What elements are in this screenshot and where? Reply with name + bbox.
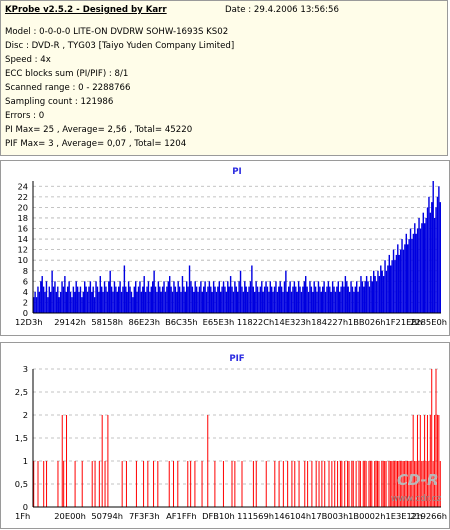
info-scanned-range: Scanned range : 0 - 2288766 xyxy=(5,83,131,93)
info-pi-summary: PI Max= 25 , Average= 2,56 , Total= 4522… xyxy=(5,125,193,135)
watermark-url: www.cdr.cz xyxy=(391,494,441,504)
pif-chart: PIF00,511,522,531Fh 20E00h 50794h 7F3F3h AF1… xyxy=(15,354,447,521)
y-tick-label: 1 xyxy=(23,456,28,466)
cdr-logo-watermark: CD-R xyxy=(397,471,439,489)
y-tick-label: 2,5 xyxy=(15,387,28,397)
pi-chart: PI02468101214161820222412D3h 29142h 58158h… xyxy=(15,167,447,327)
x-tick-label: 12D3h xyxy=(15,317,42,327)
x-tick-label: 11822Ch xyxy=(237,317,274,327)
x-tick-label: 111569h xyxy=(237,511,274,521)
x-tick-label: 1B0002h xyxy=(348,511,385,521)
y-tick-label: 16 xyxy=(17,224,28,234)
y-tick-label: 22 xyxy=(17,192,28,202)
y-tick-label: 6 xyxy=(23,276,28,286)
x-tick-label: 50794h xyxy=(91,511,123,521)
x-tick-label: 86E23h xyxy=(128,317,160,327)
y-tick-label: 3 xyxy=(23,364,28,374)
x-tick-label: 58158h xyxy=(91,317,123,327)
series-pi xyxy=(32,181,441,313)
y-tick-label: 24 xyxy=(17,181,28,191)
x-tick-label: AF1FFh xyxy=(166,511,197,521)
pif-chart-panel: PIF 0 0,5 1 1,5 2 2,5 3 1Fh 20E00h 50794h 7F3F3h AF1… xyxy=(0,342,450,529)
y-tick-label: 0,5 xyxy=(15,479,28,489)
x-tick-label: 1BB026h xyxy=(348,317,386,327)
disc-info-panel: KProbe v2.5.2 - Designed by Karr Date : … xyxy=(0,0,448,156)
x-tick-label: 146104h xyxy=(274,511,311,521)
chart-title: PI xyxy=(232,167,242,177)
y-tick-label: 14 xyxy=(17,234,28,244)
x-tick-label: 20E00h xyxy=(54,511,86,521)
x-tick-label: 17B003h xyxy=(311,511,348,521)
x-tick-label: B6C35h xyxy=(165,317,198,327)
chart-title: PIF xyxy=(229,354,244,364)
x-tick-label: 1Fh xyxy=(15,511,30,521)
x-tick-label: 29142h xyxy=(54,317,86,327)
info-ecc-blocks: ECC blocks sum (PI/PIF) : 8/1 xyxy=(5,69,129,79)
y-tick-label: 1,5 xyxy=(15,433,28,443)
x-tick-label: 219266h xyxy=(410,511,447,521)
x-tick-label: 184227h xyxy=(311,317,348,327)
info-sampling-count: Sampling count : 121986 xyxy=(5,97,114,107)
y-tick-label: 8 xyxy=(23,266,28,276)
info-disc: Disc : DVD-R , TYG03 [Taiyo Yuden Compan… xyxy=(5,41,235,51)
scan-date: Date : 29.4.2006 13:56:56 xyxy=(225,5,339,15)
y-tick-label: 12 xyxy=(17,245,28,255)
info-errors: Errors : 0 xyxy=(5,111,45,121)
app-title: KProbe v2.5.2 - Designed by Karr xyxy=(5,5,167,15)
x-tick-label: 2285E0h xyxy=(410,317,447,327)
x-tick-label: 7F3F3h xyxy=(129,511,160,521)
x-tick-label: E65E3h xyxy=(203,317,235,327)
info-pif-summary: PIF Max= 3 , Average= 0,07 , Total= 1204 xyxy=(5,139,187,149)
x-tick-label: 14E323h xyxy=(274,317,311,327)
y-tick-label: 4 xyxy=(23,287,28,297)
y-tick-label: 18 xyxy=(17,213,28,223)
y-tick-label: 2 xyxy=(23,297,28,307)
y-tick-label: 10 xyxy=(17,255,28,265)
y-tick-label: 2 xyxy=(23,410,28,420)
y-tick-label: 20 xyxy=(17,202,28,212)
info-model: Model : 0-0-0-0 LITE-ON DVDRW SOHW-1693S… xyxy=(5,27,229,37)
info-speed: Speed : 4x xyxy=(5,55,51,65)
x-tick-label: DFB10h xyxy=(202,511,235,521)
pi-chart-panel: PI 0 2 4 6 8 10 12 14 16 18 20 22 24 12D3h 29142h 58158h… xyxy=(0,160,450,336)
